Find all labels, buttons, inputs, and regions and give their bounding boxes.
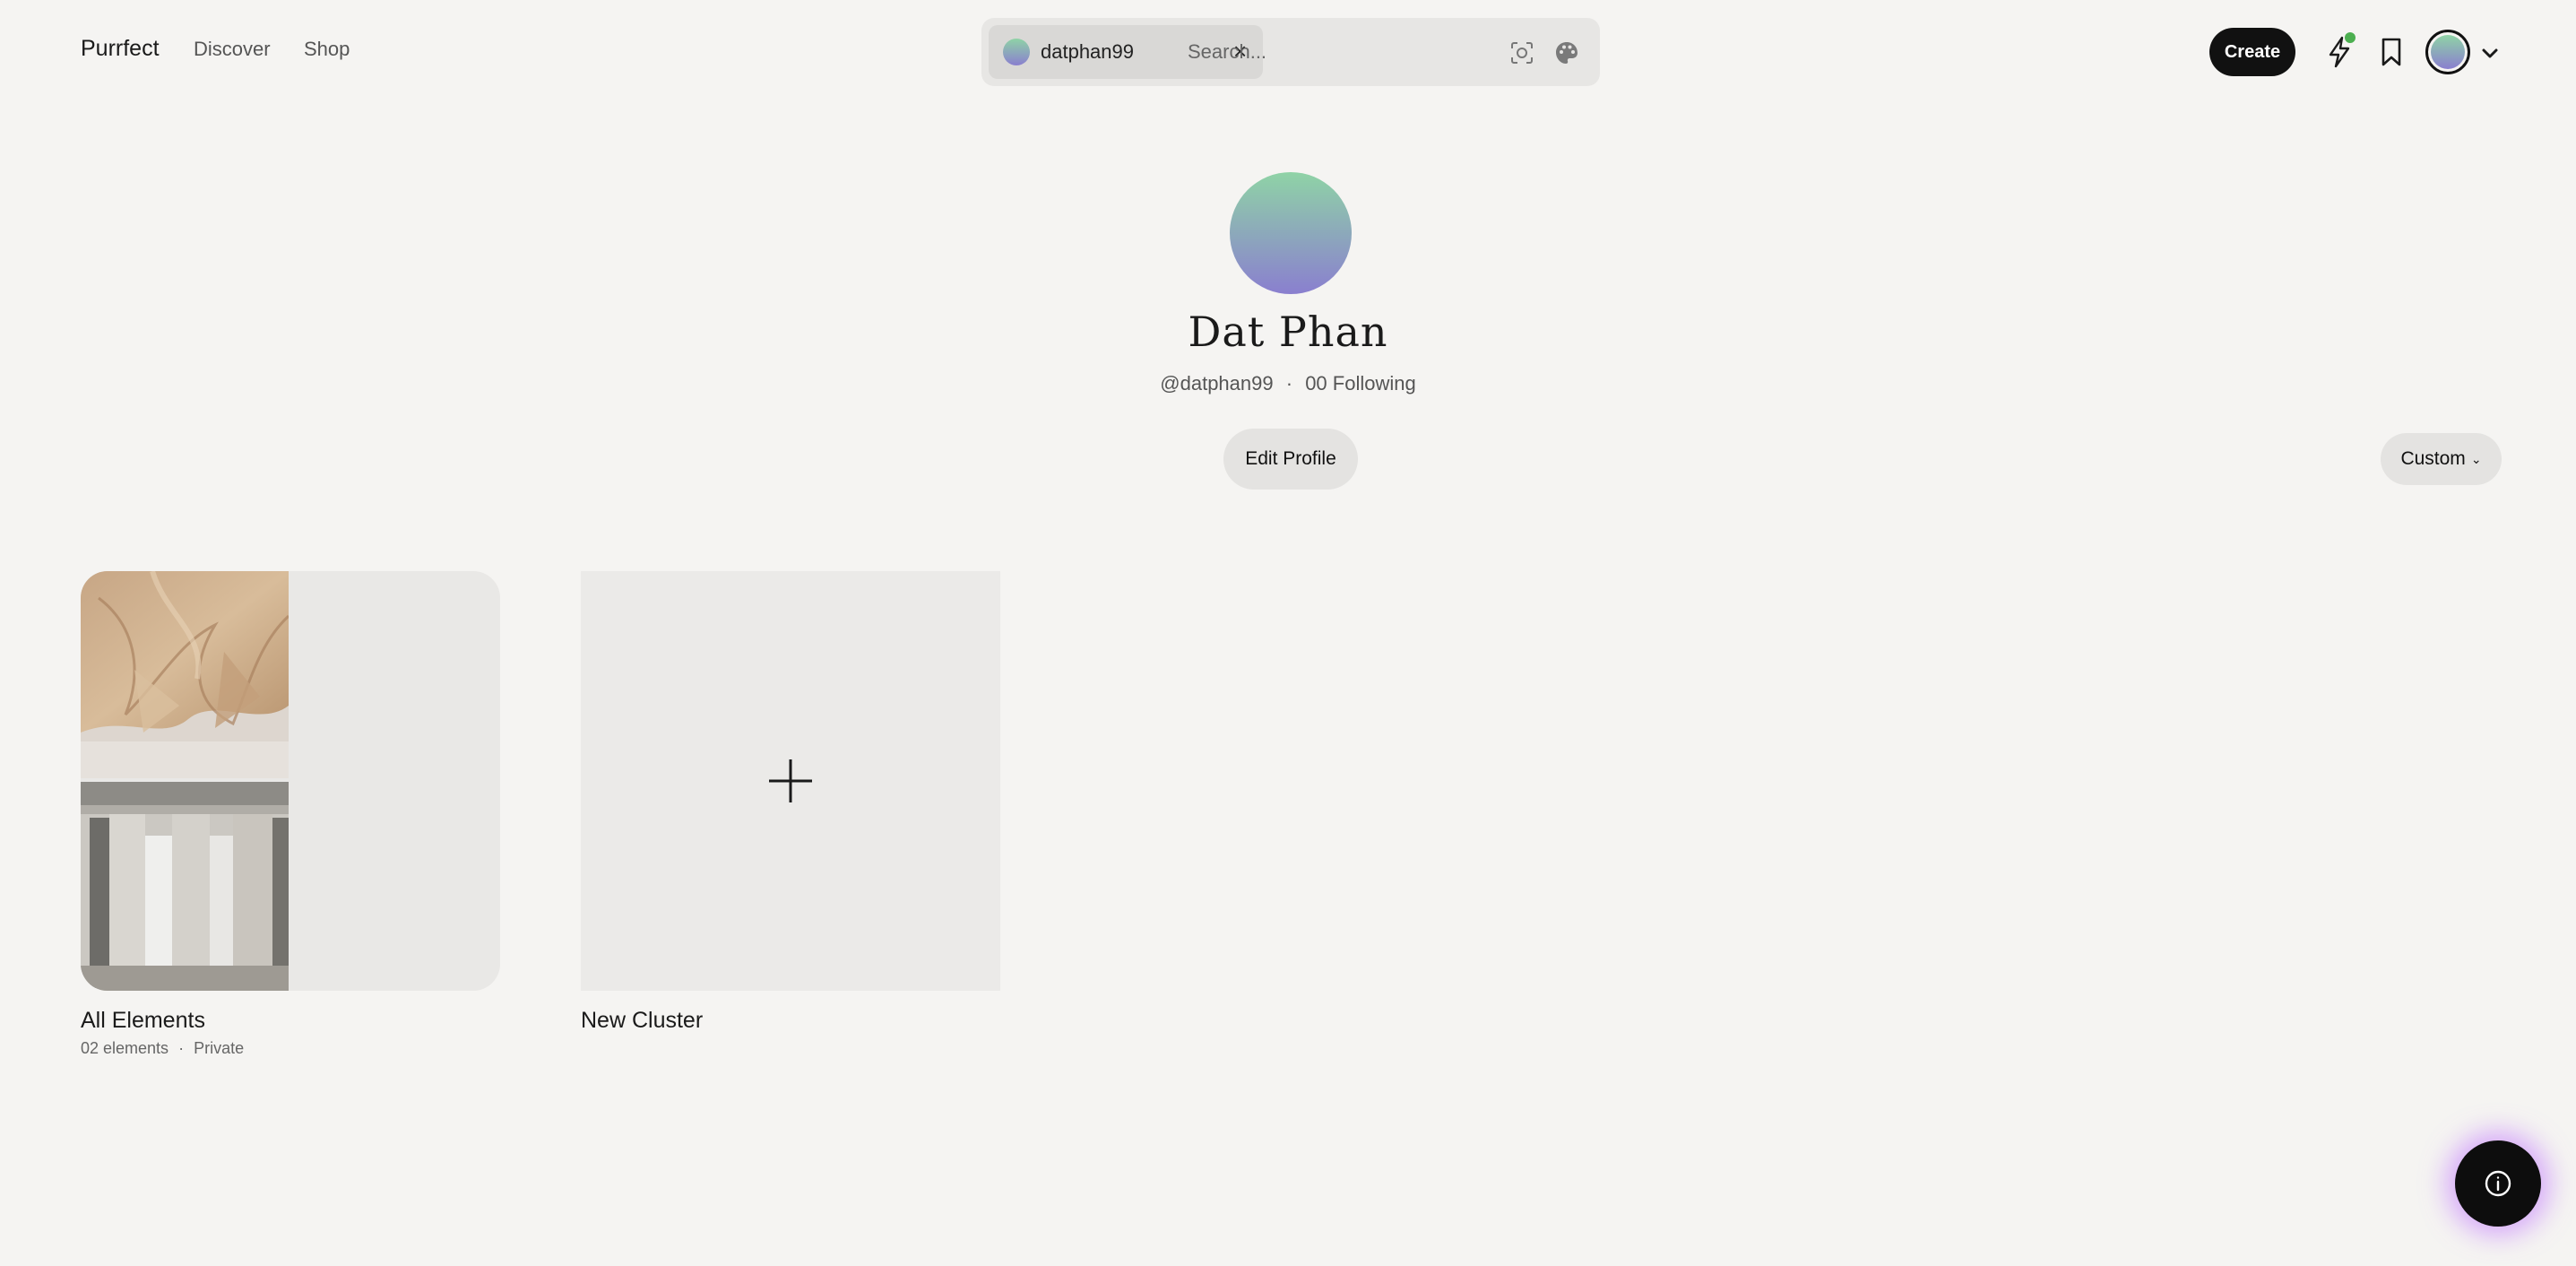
sort-dropdown[interactable]: Custom ⌄	[2381, 433, 2502, 485]
separator: ·	[178, 1039, 185, 1057]
cluster-count: 02 elements	[81, 1039, 169, 1057]
profile-avatar	[1230, 172, 1352, 294]
create-button[interactable]: Create	[2209, 28, 2295, 76]
bookmark-icon[interactable]	[2378, 36, 2405, 68]
chevron-down-icon	[2482, 48, 2498, 58]
plus-icon	[769, 759, 812, 802]
profile-handle: @datphan99	[1160, 372, 1274, 395]
app-logo[interactable]: Purrfect	[81, 36, 160, 62]
notification-dot	[2345, 32, 2356, 43]
info-icon	[2485, 1170, 2511, 1197]
nav-shop[interactable]: Shop	[304, 38, 350, 61]
columns-image	[81, 782, 289, 991]
profile-meta: @datphan99 · 00 Following	[0, 372, 2576, 395]
separator: ·	[1285, 372, 1293, 395]
following-count[interactable]: 00 Following	[1305, 372, 1416, 395]
info-button[interactable]	[2455, 1140, 2541, 1227]
chevron-down-icon: ⌄	[2470, 451, 2482, 466]
cluster-card-all-elements[interactable]	[81, 571, 500, 991]
chip-avatar	[1003, 39, 1030, 65]
top-bar: Purrfect Discover Shop datphan99 × Searc…	[0, 0, 2576, 102]
cluster-meta: 02 elements · Private	[81, 1039, 244, 1058]
palette-icon[interactable]	[1553, 39, 1580, 66]
new-cluster-card[interactable]	[581, 571, 1000, 991]
new-cluster-title[interactable]: New Cluster	[581, 1008, 703, 1034]
cluster-visibility: Private	[194, 1039, 245, 1057]
visual-search-icon[interactable]	[1508, 39, 1535, 66]
chip-label: datphan99	[1041, 40, 1134, 63]
profile-name: Dat Phan	[1188, 308, 1388, 356]
account-menu[interactable]	[2425, 30, 2504, 74]
edit-profile-button[interactable]: Edit Profile	[1223, 429, 1358, 490]
avatar	[2425, 30, 2470, 74]
nav-discover[interactable]: Discover	[194, 38, 271, 61]
search-bar: datphan99 ×	[981, 18, 1600, 86]
fabric-image	[81, 571, 289, 778]
sort-label: Custom	[2400, 448, 2466, 469]
cluster-title[interactable]: All Elements	[81, 1008, 205, 1034]
search-input[interactable]	[1188, 34, 1474, 70]
